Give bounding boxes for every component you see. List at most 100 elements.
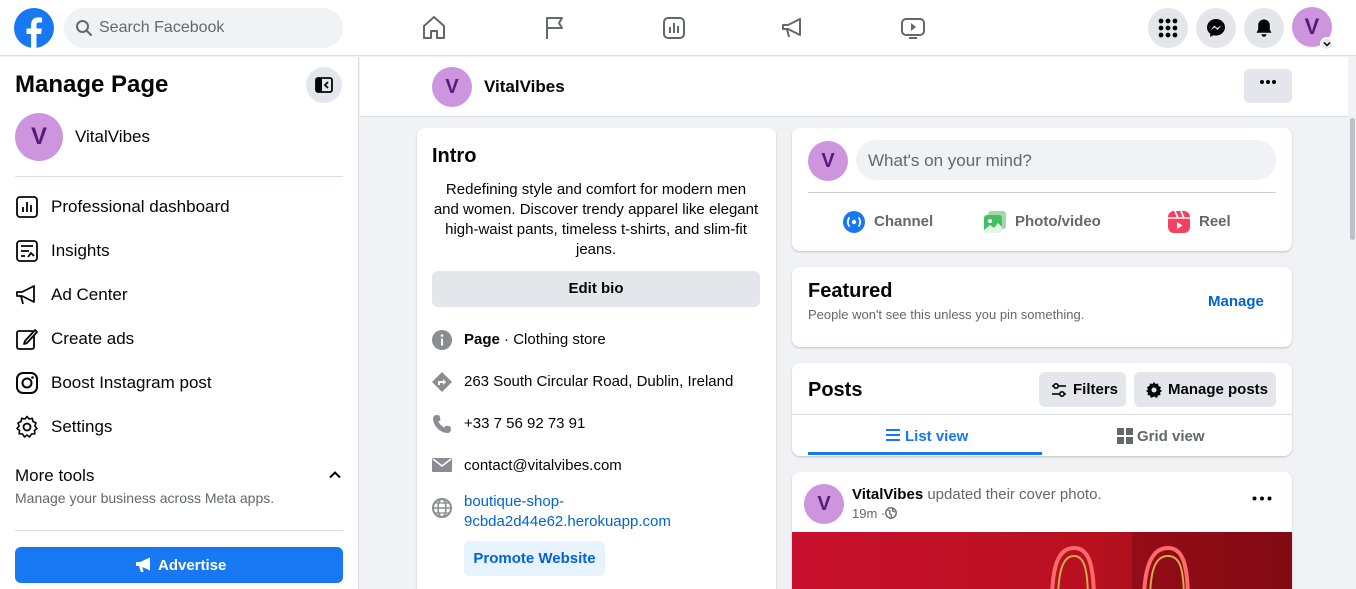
sidebar-item-label: Professional dashboard xyxy=(51,197,230,216)
messenger-button[interactable] xyxy=(1196,8,1236,48)
divider xyxy=(808,192,1276,193)
manage-posts-label: Manage posts xyxy=(1168,381,1269,398)
page-header: V VitalVibes xyxy=(360,57,1348,117)
flag-icon[interactable] xyxy=(540,13,570,43)
post-author[interactable]: VitalVibes xyxy=(852,486,923,503)
sidebar-item-label: Ad Center xyxy=(51,285,128,304)
address-text: 263 South Circular Road, Dublin, Ireland xyxy=(464,373,734,390)
intro-card: Intro Redefining style and comfort for m… xyxy=(417,128,776,589)
website-link-line2: 9cbda2d44e62.herokuapp.com xyxy=(464,513,671,530)
photo-icon xyxy=(984,211,1006,233)
filters-button[interactable]: Filters xyxy=(1039,372,1126,407)
chevron-down-icon xyxy=(1320,37,1334,51)
post-timestamp[interactable]: 19m · xyxy=(852,506,885,521)
menu-grid-button[interactable] xyxy=(1148,8,1188,48)
sidebar-item-settings[interactable]: Settings xyxy=(15,409,343,445)
intro-bio: Redefining style and comfort for modern … xyxy=(433,181,759,258)
sidebar-item-professional-dashboard[interactable]: Professional dashboard xyxy=(15,189,343,225)
search-input[interactable]: Search Facebook xyxy=(99,19,224,37)
posts-card: Posts Filters Manage posts List view Gri… xyxy=(792,363,1292,456)
page-name[interactable]: VitalVibes xyxy=(75,127,150,147)
edit-icon xyxy=(16,329,38,350)
more-dots-icon xyxy=(1260,80,1276,84)
gear-icon xyxy=(1146,382,1162,398)
sidebar-item-label: Settings xyxy=(51,417,113,436)
sidebar-item-label: Boost Instagram post xyxy=(51,373,212,392)
directions-icon xyxy=(432,372,452,392)
tab-label: List view xyxy=(905,428,969,445)
email-address[interactable]: contact@vitalvibes.com xyxy=(464,456,622,476)
reel-button[interactable]: Reel xyxy=(1167,208,1257,236)
edit-bio-button[interactable]: Edit bio xyxy=(432,271,760,307)
page-avatar[interactable]: V xyxy=(15,113,63,161)
grid-icon xyxy=(1117,428,1133,444)
facebook-logo-icon[interactable] xyxy=(14,8,54,48)
cover-photo-image[interactable] xyxy=(792,532,1292,589)
tab-grid-view[interactable]: Grid view xyxy=(1042,415,1276,455)
avatar-letter: V xyxy=(1304,14,1320,39)
page-category: · Clothing store xyxy=(499,331,606,348)
dashboard-icon[interactable] xyxy=(659,13,689,43)
list-icon xyxy=(886,429,900,441)
notifications-button[interactable] xyxy=(1244,8,1284,48)
post-card: V VitalVibes updated their cover photo. … xyxy=(792,472,1292,589)
email-row: contact@vitalvibes.com xyxy=(432,455,762,477)
sidebar-item-label: Insights xyxy=(51,241,110,260)
avatar[interactable]: V xyxy=(808,141,848,181)
page-avatar[interactable]: V xyxy=(432,67,472,107)
email-icon xyxy=(432,458,452,472)
phone-icon xyxy=(433,415,451,433)
advertise-button[interactable]: Advertise xyxy=(15,547,343,583)
sidebar-item-insights[interactable]: Insights xyxy=(15,233,343,269)
manage-page-sidebar: Manage Page V VitalVibes Professional da… xyxy=(0,57,359,589)
tab-list-view[interactable]: List view xyxy=(808,415,1042,455)
post-action: updated their cover photo. xyxy=(923,486,1102,503)
home-icon[interactable] xyxy=(419,13,449,43)
channel-icon xyxy=(843,211,865,233)
posts-title: Posts xyxy=(808,379,863,401)
sidebar-title: Manage Page xyxy=(15,71,169,98)
channel-button[interactable]: Channel xyxy=(842,208,972,236)
page-title[interactable]: VitalVibes xyxy=(484,77,565,97)
page-type-label: Page xyxy=(464,331,500,348)
post-composer: V What's on your mind? Channel Photo/vid… xyxy=(792,128,1292,251)
sidebar-item-boost-instagram-post[interactable]: Boost Instagram post xyxy=(15,365,343,401)
post-headline: VitalVibes updated their cover photo. xyxy=(852,486,1102,503)
more-tools-heading[interactable]: More tools xyxy=(15,466,94,486)
promote-website-button[interactable]: Promote Website xyxy=(464,541,605,576)
collapse-sidebar-button[interactable] xyxy=(306,67,342,103)
sidebar-toggle-icon xyxy=(315,77,333,93)
search-bar[interactable]: Search Facebook xyxy=(64,8,343,48)
manage-posts-button[interactable]: Manage posts xyxy=(1134,372,1276,407)
post-author-avatar[interactable]: V xyxy=(804,484,844,524)
tab-label: Grid view xyxy=(1137,428,1205,445)
public-globe-icon xyxy=(885,507,897,519)
messenger-icon xyxy=(1207,19,1225,37)
post-more-options-icon[interactable] xyxy=(1252,496,1272,501)
divider xyxy=(15,530,343,531)
filters-label: Filters xyxy=(1073,381,1119,398)
dashboard-icon xyxy=(16,196,38,218)
divider xyxy=(15,176,343,177)
reel-icon xyxy=(1168,210,1190,233)
advertise-label: Advertise xyxy=(158,557,227,574)
scrollbar-thumb[interactable] xyxy=(1350,118,1355,240)
intro-title: Intro xyxy=(432,145,477,167)
megaphone-icon[interactable] xyxy=(778,13,808,43)
website-link[interactable]: boutique-shop- 9cbda2d44e62.herokuapp.co… xyxy=(464,492,671,532)
more-options-button[interactable] xyxy=(1244,69,1292,103)
megaphone-icon xyxy=(136,557,150,572)
account-avatar[interactable]: V xyxy=(1292,7,1334,51)
manage-featured-link[interactable]: Manage xyxy=(1208,293,1264,310)
insights-icon xyxy=(16,240,38,262)
info-icon xyxy=(432,330,452,350)
channel-label: Channel xyxy=(874,213,934,230)
status-input[interactable]: What's on your mind? xyxy=(856,140,1276,180)
chevron-up-icon[interactable] xyxy=(327,467,343,483)
video-icon[interactable] xyxy=(898,13,928,43)
website-link-line1: boutique-shop- xyxy=(464,493,565,510)
sidebar-item-ad-center[interactable]: Ad Center xyxy=(15,277,343,313)
megaphone-icon xyxy=(16,285,35,305)
sidebar-item-create-ads[interactable]: Create ads xyxy=(15,321,343,357)
photo-video-button[interactable]: Photo/video xyxy=(983,208,1123,236)
